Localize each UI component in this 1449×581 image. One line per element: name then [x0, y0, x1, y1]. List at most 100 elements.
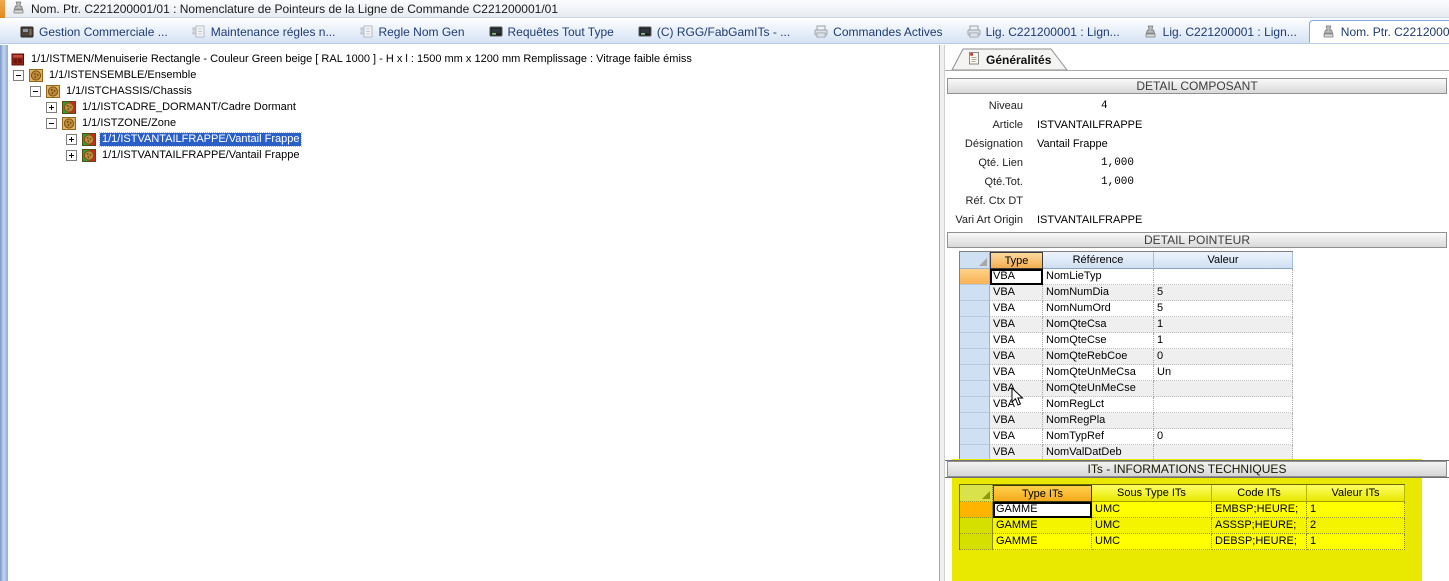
- row-selector[interactable]: [960, 429, 990, 445]
- tab-7[interactable]: Lig. C221200001 : Lign...: [955, 20, 1132, 43]
- cell-r-f-rence[interactable]: NomNumDia: [1043, 285, 1154, 301]
- tab-6[interactable]: Commandes Actives: [802, 20, 954, 43]
- row-selector[interactable]: [960, 534, 993, 550]
- row-selector[interactable]: [960, 317, 990, 333]
- cell-r-f-rence[interactable]: NomLieTyp: [1043, 269, 1154, 285]
- cell-r-f-rence[interactable]: NomNumOrd: [1043, 301, 1154, 317]
- cell-type-its[interactable]: GAMME: [993, 518, 1092, 534]
- cell-type[interactable]: VBA: [990, 429, 1043, 445]
- column-header[interactable]: Référence: [1043, 252, 1154, 269]
- tree-item-label[interactable]: 1/1/ISTCADRE_DORMANT/Cadre Dormant: [80, 101, 298, 114]
- tree-item[interactable]: 1/1/ISTVANTAILFRAPPE/Vantail Frappe: [8, 147, 939, 163]
- row-selector[interactable]: [960, 349, 990, 365]
- tree-item[interactable]: 1/1/ISTVANTAILFRAPPE/Vantail Frappe: [8, 131, 939, 147]
- tree-item[interactable]: 1/1/ISTCADRE_DORMANT/Cadre Dormant: [8, 99, 939, 115]
- tree-item[interactable]: 1/1/ISTCHASSIS/Chassis: [8, 83, 939, 99]
- column-header[interactable]: Valeur: [1154, 252, 1293, 269]
- cell-type[interactable]: VBA: [990, 317, 1043, 333]
- cell-sous-type-its[interactable]: UMC: [1092, 518, 1212, 534]
- section-header-detail-composant: DETAIL COMPOSANT: [947, 78, 1447, 94]
- cell-type-its[interactable]: GAMME: [993, 534, 1092, 550]
- cell-r-f-rence[interactable]: NomQteRebCoe: [1043, 349, 1154, 365]
- tree-item-label[interactable]: 1/1/ISTZONE/Zone: [80, 117, 178, 130]
- cell-type[interactable]: VBA: [990, 285, 1043, 301]
- column-header[interactable]: Valeur ITs: [1307, 485, 1405, 502]
- cell-valeur[interactable]: Un: [1154, 365, 1293, 381]
- tree-item[interactable]: 1/1/ISTENSEMBLE/Ensemble: [8, 67, 939, 83]
- row-selector[interactable]: [960, 365, 990, 381]
- tree-expander-plus[interactable]: [46, 102, 57, 113]
- cell-r-f-rence[interactable]: NomQteCse: [1043, 333, 1154, 349]
- row-selector[interactable]: [960, 269, 990, 285]
- cell-r-f-rence[interactable]: NomQteCsa: [1043, 317, 1154, 333]
- cell-code-its[interactable]: EMBSP;HEURE;: [1212, 502, 1307, 518]
- tree-expander-minus[interactable]: [46, 118, 57, 129]
- tree-item-label[interactable]: 1/1/ISTCHASSIS/Chassis: [64, 85, 194, 98]
- row-selector[interactable]: [960, 518, 993, 534]
- cell-type[interactable]: VBA: [990, 333, 1043, 349]
- tab-label: Nom. Ptr. C221200001...: [1341, 25, 1449, 39]
- cell-type[interactable]: VBA: [990, 365, 1043, 381]
- row-selector[interactable]: [960, 333, 990, 349]
- its-table: Type ITsSous Type ITsCode ITsValeur ITs G…: [959, 484, 1405, 550]
- cell-valeur[interactable]: [1154, 381, 1293, 397]
- tree-expander-minus[interactable]: [13, 70, 24, 81]
- cell-r-f-rence[interactable]: NomQteUnMeCsa: [1043, 365, 1154, 381]
- tab-label: (C) RGG/FabGamITs - ...: [657, 25, 790, 39]
- tree-item[interactable]: 1/1/ISTZONE/Zone: [8, 115, 939, 131]
- cell-code-its[interactable]: ASSSP;HEURE;: [1212, 518, 1307, 534]
- cell-sous-type-its[interactable]: UMC: [1092, 502, 1212, 518]
- cell-valeur[interactable]: [1154, 269, 1293, 285]
- row-selector[interactable]: [960, 301, 990, 317]
- row-selector[interactable]: [960, 285, 990, 301]
- column-header[interactable]: Type: [990, 252, 1043, 269]
- tab-9[interactable]: Nom. Ptr. C221200001...: [1309, 20, 1449, 43]
- tab-8[interactable]: Lig. C221200001 : Lign...: [1132, 20, 1309, 43]
- cell-valeur[interactable]: 1: [1154, 333, 1293, 349]
- tab-4[interactable]: Requêtes Tout Type: [477, 20, 626, 43]
- cell-valeur[interactable]: 5: [1154, 285, 1293, 301]
- cell-type[interactable]: VBA: [990, 269, 1043, 285]
- cell-type[interactable]: VBA: [990, 349, 1043, 365]
- cell-valeur-its[interactable]: 2: [1307, 518, 1405, 534]
- cell-r-f-rence[interactable]: NomQteUnMeCse: [1043, 381, 1154, 397]
- row-selector[interactable]: [960, 397, 990, 413]
- tab-3[interactable]: Regle Nom Gen: [347, 20, 476, 43]
- tab-5[interactable]: (C) RGG/FabGamITs - ...: [626, 20, 802, 43]
- cell-valeur[interactable]: 5: [1154, 301, 1293, 317]
- cell-sous-type-its[interactable]: UMC: [1092, 534, 1212, 550]
- tree-item-label[interactable]: 1/1/ISTENSEMBLE/Ensemble: [47, 69, 198, 82]
- cell-type-its[interactable]: GAMME: [993, 502, 1092, 518]
- tree-item-label[interactable]: 1/1/ISTVANTAILFRAPPE/Vantail Frappe: [100, 133, 301, 146]
- tree-expander-plus[interactable]: [66, 150, 77, 161]
- cell-valeur[interactable]: [1154, 397, 1293, 413]
- cell-type[interactable]: VBA: [990, 301, 1043, 317]
- select-all-corner[interactable]: [960, 252, 990, 269]
- cell-valeur[interactable]: 1: [1154, 317, 1293, 333]
- tab-2[interactable]: Maintenance régles n...: [180, 20, 348, 43]
- column-header[interactable]: Sous Type ITs: [1092, 485, 1212, 502]
- column-header[interactable]: Type ITs: [993, 485, 1092, 502]
- row-selector[interactable]: [960, 413, 990, 429]
- cell-code-its[interactable]: DEBSP;HEURE;: [1212, 534, 1307, 550]
- column-header[interactable]: Code ITs: [1212, 485, 1307, 502]
- cell-valeur[interactable]: [1154, 413, 1293, 429]
- cell-r-f-rence[interactable]: NomTypRef: [1043, 429, 1154, 445]
- cell-valeur[interactable]: 0: [1154, 349, 1293, 365]
- select-all-corner[interactable]: [960, 485, 993, 502]
- cell-r-f-rence[interactable]: NomRegPla: [1043, 413, 1154, 429]
- tab-generalites[interactable]: Généralités: [951, 48, 1069, 71]
- row-selector[interactable]: [960, 381, 990, 397]
- cell-type[interactable]: VBA: [990, 413, 1043, 429]
- tree-item-label[interactable]: 1/1/ISTMEN/Menuiserie Rectangle - Couleu…: [29, 53, 694, 66]
- tree-item-label[interactable]: 1/1/ISTVANTAILFRAPPE/Vantail Frappe: [100, 149, 301, 162]
- cell-valeur-its[interactable]: 1: [1307, 534, 1405, 550]
- cell-r-f-rence[interactable]: NomRegLct: [1043, 397, 1154, 413]
- tab-1[interactable]: Gestion Commerciale ...: [8, 20, 180, 43]
- tree-item[interactable]: 1/1/ISTMEN/Menuiserie Rectangle - Couleu…: [8, 51, 939, 67]
- cell-valeur[interactable]: 0: [1154, 429, 1293, 445]
- row-selector[interactable]: [960, 502, 993, 518]
- tree-expander-plus[interactable]: [66, 134, 77, 145]
- tree-expander-minus[interactable]: [30, 86, 41, 97]
- cell-valeur-its[interactable]: 1: [1307, 502, 1405, 518]
